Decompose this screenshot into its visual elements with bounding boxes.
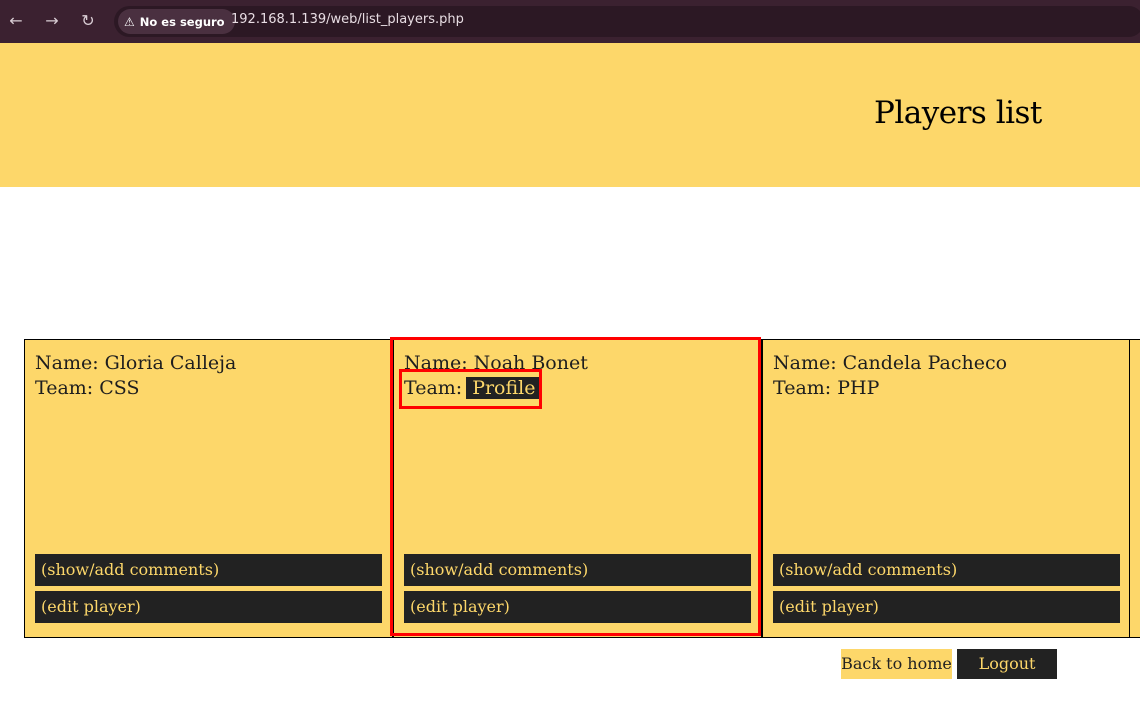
player-card: Name: Gloria Calleja Team: CSS (show/add… xyxy=(24,339,393,638)
player-card: Name: Candela Pacheco Team: PHP (show/ad… xyxy=(762,339,1131,638)
reload-icon[interactable]: ↻ xyxy=(76,9,100,33)
security-label: No es seguro xyxy=(139,14,225,29)
player-card xyxy=(1129,339,1140,638)
show-add-comments-link[interactable]: (show/add comments) xyxy=(773,554,1120,586)
show-add-comments-link[interactable]: (show/add comments) xyxy=(35,554,382,586)
show-add-comments-link[interactable]: (show/add comments) xyxy=(404,554,751,586)
player-card: Name: Noah Bonet Team: Profile (show/add … xyxy=(393,339,762,638)
player-name: Name: Noah Bonet xyxy=(404,352,588,374)
team-profile-value: Profile xyxy=(466,377,542,399)
warning-icon: ⚠ xyxy=(124,14,135,29)
back-to-home-link[interactable]: Back to home xyxy=(841,649,952,679)
security-indicator[interactable]: ⚠ No es seguro xyxy=(118,9,235,34)
edit-player-link[interactable]: (edit player) xyxy=(404,591,751,623)
browser-toolbar: ← → ↻ ⚠ No es seguro 192.168.1.139/web/l… xyxy=(0,0,1140,43)
player-name: Name: Candela Pacheco xyxy=(773,352,1008,374)
player-team: Team: PHP xyxy=(773,377,880,399)
page-title: Players list xyxy=(874,95,1042,131)
logout-button[interactable]: Logout xyxy=(957,649,1057,679)
edit-player-link[interactable]: (edit player) xyxy=(35,591,382,623)
forward-arrow-icon[interactable]: → xyxy=(40,9,64,33)
team-label: Team: xyxy=(404,377,463,399)
player-team: Team: CSS xyxy=(35,377,140,399)
url-text[interactable]: 192.168.1.139/web/list_players.php xyxy=(231,12,464,27)
edit-player-link[interactable]: (edit player) xyxy=(773,591,1120,623)
player-name: Name: Gloria Calleja xyxy=(35,352,237,374)
back-arrow-icon[interactable]: ← xyxy=(4,9,28,33)
player-team: Team: Profile xyxy=(404,377,542,399)
